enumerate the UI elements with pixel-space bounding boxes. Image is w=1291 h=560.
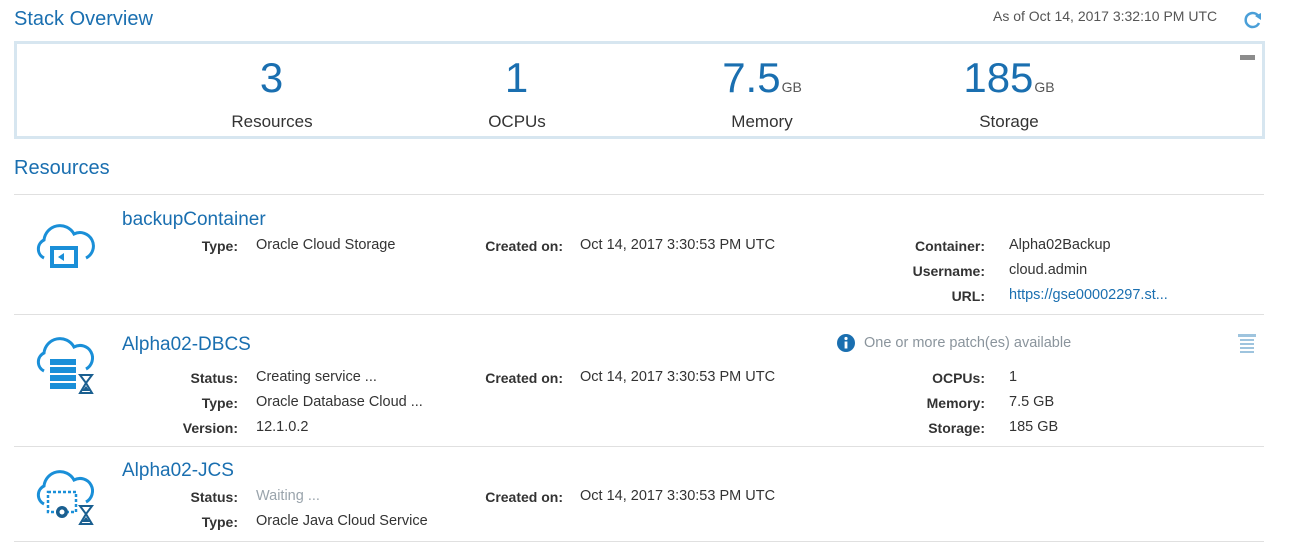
stat-label: Resources	[231, 112, 313, 131]
cloud-storage-icon	[30, 222, 96, 277]
resource-name-alpha02-jcs[interactable]: Alpha02-JCS	[122, 460, 234, 482]
created-value: Oct 14, 2017 3:30:53 PM UTC	[580, 369, 776, 385]
status-label: Status:	[190, 489, 238, 505]
menu-list-icon[interactable]	[1237, 333, 1257, 358]
stack-summary-panel: 3 Resources 1 OCPUs 7.5GB Memory 185GB S…	[14, 41, 1265, 139]
version-value: 12.1.0.2	[256, 419, 309, 435]
stat-unit: GB	[781, 79, 802, 95]
type-label: Type:	[201, 395, 238, 411]
info-icon	[836, 333, 856, 358]
stat-ocpus: 1 OCPUs	[417, 54, 617, 132]
type-value: Oracle Java Cloud Service	[256, 513, 428, 529]
divider	[14, 194, 1264, 195]
stack-overview-title: Stack Overview	[14, 8, 153, 30]
status-label: Status:	[190, 370, 238, 386]
created-label: Created on:	[485, 238, 563, 254]
stat-memory: 7.5GB Memory	[662, 54, 862, 132]
status-value: Creating service ...	[256, 369, 377, 385]
created-value: Oct 14, 2017 3:30:53 PM UTC	[580, 488, 776, 504]
divider	[14, 314, 1264, 315]
as-of-timestamp: As of Oct 14, 2017 3:32:10 PM UTC	[993, 8, 1218, 24]
divider	[14, 541, 1264, 542]
stat-label: Storage	[979, 112, 1039, 131]
cloud-database-icon	[30, 335, 96, 404]
memory-label: Memory:	[926, 395, 985, 411]
stat-storage: 185GB Storage	[909, 54, 1109, 132]
refresh-icon[interactable]	[1242, 9, 1264, 31]
type-value: Oracle Database Cloud ...	[256, 394, 423, 410]
url-link[interactable]: https://gse00002297.st...	[1009, 287, 1168, 303]
username-label: Username:	[912, 263, 985, 279]
stat-value: 3	[259, 54, 284, 101]
username-value: cloud.admin	[1009, 262, 1088, 278]
status-value: Waiting ...	[256, 488, 320, 504]
divider	[14, 446, 1264, 447]
container-value: Alpha02Backup	[1009, 237, 1111, 253]
created-label: Created on:	[485, 489, 563, 505]
type-value: Oracle Cloud Storage	[256, 237, 396, 253]
collapse-panel-button[interactable]	[1240, 55, 1255, 60]
stat-value: 1	[504, 54, 529, 101]
storage-value: 185 GB	[1009, 419, 1059, 435]
url-label: URL:	[951, 288, 985, 304]
stat-resources: 3 Resources	[172, 54, 372, 132]
memory-value: 7.5 GB	[1009, 394, 1055, 410]
version-label: Version:	[182, 420, 238, 436]
stat-value: 185	[963, 54, 1034, 101]
storage-label: Storage:	[928, 420, 985, 436]
stat-label: Memory	[731, 112, 793, 131]
patch-notice[interactable]: One or more patch(es) available	[864, 335, 1071, 351]
type-label: Type:	[201, 238, 238, 254]
cloud-java-icon	[30, 468, 96, 535]
created-label: Created on:	[485, 370, 563, 386]
resource-name-alpha02-dbcs[interactable]: Alpha02-DBCS	[122, 334, 251, 356]
container-label: Container:	[915, 238, 985, 254]
created-value: Oct 14, 2017 3:30:53 PM UTC	[580, 237, 776, 253]
stat-label: OCPUs	[488, 112, 546, 131]
stat-unit: GB	[1034, 79, 1055, 95]
ocpus-value: 1	[1009, 369, 1018, 385]
stat-value: 7.5	[722, 54, 781, 101]
resource-name-backupcontainer[interactable]: backupContainer	[122, 209, 266, 231]
type-label: Type:	[201, 514, 238, 530]
resources-title: Resources	[14, 157, 110, 179]
ocpus-label: OCPUs:	[932, 370, 985, 386]
